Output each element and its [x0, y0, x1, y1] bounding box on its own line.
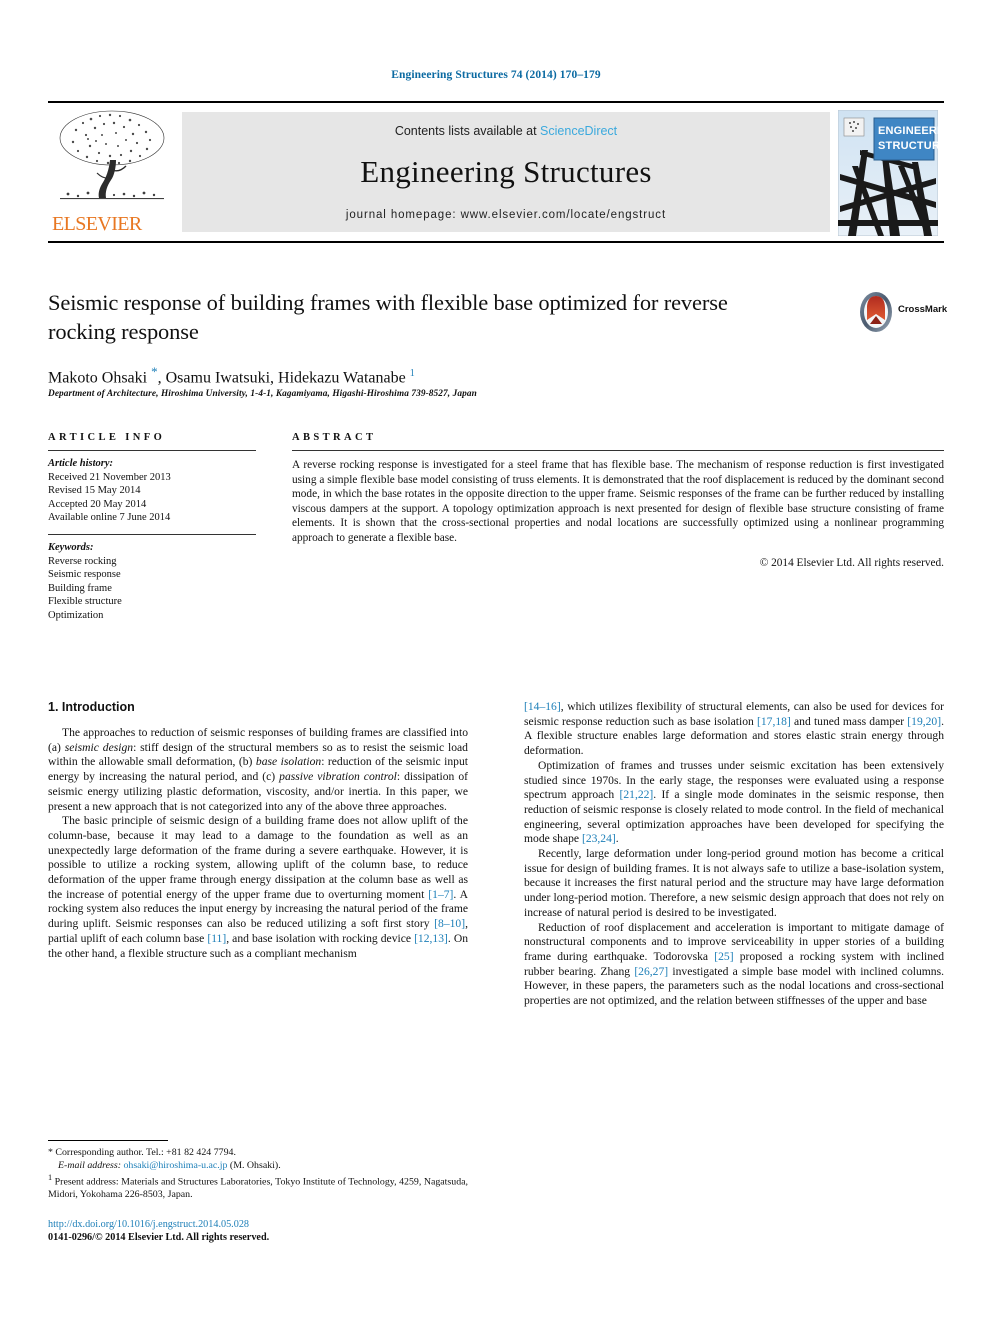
- article-history-label: Article history:: [48, 458, 114, 469]
- footnotes-block: * Corresponding author. Tel.: +81 82 424…: [48, 1140, 468, 1202]
- footnote-email: E-mail address: ohsaki@hiroshima-u.ac.jp…: [48, 1160, 468, 1173]
- svg-text:STRUCTURES: STRUCTURES: [878, 140, 938, 152]
- sciencedirect-link[interactable]: ScienceDirect: [540, 124, 617, 138]
- paper-page: Engineering Structures 74 (2014) 170–179: [0, 0, 992, 1323]
- contents-available-line: Contents lists available at ScienceDirec…: [182, 124, 830, 138]
- journal-homepage-line[interactable]: journal homepage: www.elsevier.com/locat…: [182, 209, 830, 221]
- article-history-block: Article history: Received 21 November 20…: [48, 451, 256, 525]
- journal-cover-thumbnail: ENGINEERING STRUCTURES: [837, 109, 957, 237]
- paragraph: Recently, large deformation under long-p…: [524, 847, 944, 919]
- history-item: Accepted 20 May 2014: [48, 498, 147, 510]
- keywords-block: Keywords: Reverse rocking Seismic respon…: [48, 533, 256, 623]
- history-item: Received 21 November 2013: [48, 471, 171, 483]
- elsevier-logo: ELSEVIER: [48, 106, 176, 240]
- abstract-text: A reverse rocking response is investigat…: [292, 459, 944, 544]
- abstract-heading: ABSTRACT: [292, 432, 377, 443]
- issn-copyright: 0141-0296/© 2014 Elsevier Ltd. All right…: [48, 1232, 270, 1243]
- keyword-item: Reverse rocking: [48, 555, 117, 567]
- journal-title: Engineering Structures: [360, 154, 652, 189]
- svg-text:ENGINEERING: ENGINEERING: [878, 125, 938, 137]
- article-info-heading: ARTICLE INFO: [48, 432, 166, 443]
- doi-link[interactable]: http://dx.doi.org/10.1016/j.engstruct.20…: [48, 1218, 468, 1231]
- body-right-column: [14–16], which utilizes flexibility of s…: [524, 700, 944, 1009]
- elsevier-tree-icon: [59, 110, 165, 200]
- crossmark-badge[interactable]: CrossMark: [856, 290, 948, 336]
- elsevier-wordmark: ELSEVIER: [52, 213, 142, 235]
- paragraph: The approaches to reduction of seismic r…: [48, 726, 469, 813]
- paragraph: The basic principle of seismic design of…: [48, 814, 468, 960]
- email-link[interactable]: ohsaki@hiroshima-u.ac.jp: [123, 1160, 227, 1171]
- article-info-column: ARTICLE INFO Article history: Received 2…: [48, 432, 256, 623]
- masthead-center-panel: Contents lists available at ScienceDirec…: [182, 112, 830, 232]
- page-title: Seismic response of building frames with…: [48, 290, 728, 344]
- paragraph: Optimization of frames and trusses under…: [524, 758, 944, 846]
- email-address-label: E-mail address:: [58, 1159, 121, 1171]
- keywords-label: Keywords:: [48, 541, 94, 553]
- crossmark-icon: [860, 292, 892, 332]
- keyword-item: Flexible structure: [48, 596, 122, 608]
- crossmark-label: CrossMark: [898, 304, 948, 315]
- history-item: Revised 15 May 2014: [48, 485, 141, 497]
- journal-cover-image: ENGINEERING STRUCTURES: [837, 109, 957, 237]
- abstract-copyright: © 2014 Elsevier Ltd. All rights reserved…: [759, 556, 944, 569]
- author-affiliation: Department of Architecture, Hiroshima Un…: [48, 389, 477, 399]
- running-head: Engineering Structures 74 (2014) 170–179: [391, 69, 601, 81]
- keyword-item: Seismic response: [48, 569, 121, 581]
- keyword-item: Building frame: [48, 582, 112, 594]
- journal-masthead: ELSEVIER Contents lists available at Sci…: [48, 101, 957, 243]
- body-left-column: 1. Introduction The approaches to reduct…: [48, 700, 468, 961]
- section-heading-introduction: 1. Introduction: [48, 700, 135, 714]
- abstract-column: ABSTRACT A reverse rocking response is i…: [292, 432, 944, 569]
- history-item: Available online 7 June 2014: [48, 512, 171, 524]
- footnote-corresponding-author: * Corresponding author. Tel.: +81 82 424…: [48, 1147, 236, 1158]
- footnote-present-address: 1 Present address: Materials and Structu…: [48, 1173, 468, 1201]
- footnote-rule: [48, 1140, 168, 1141]
- paragraph: Reduction of roof displacement and accel…: [524, 920, 944, 1008]
- author-list: Makoto Ohsaki *, Osamu Iwatsuki, Hidekaz…: [48, 364, 415, 387]
- contents-prefix-text: Contents lists available at: [394, 124, 541, 138]
- doi-block: http://dx.doi.org/10.1016/j.engstruct.20…: [48, 1218, 468, 1244]
- paragraph: [14–16], which utilizes flexibility of s…: [524, 700, 944, 758]
- email-owner: (M. Ohsaki).: [227, 1159, 281, 1171]
- keyword-item: Optimization: [48, 609, 104, 621]
